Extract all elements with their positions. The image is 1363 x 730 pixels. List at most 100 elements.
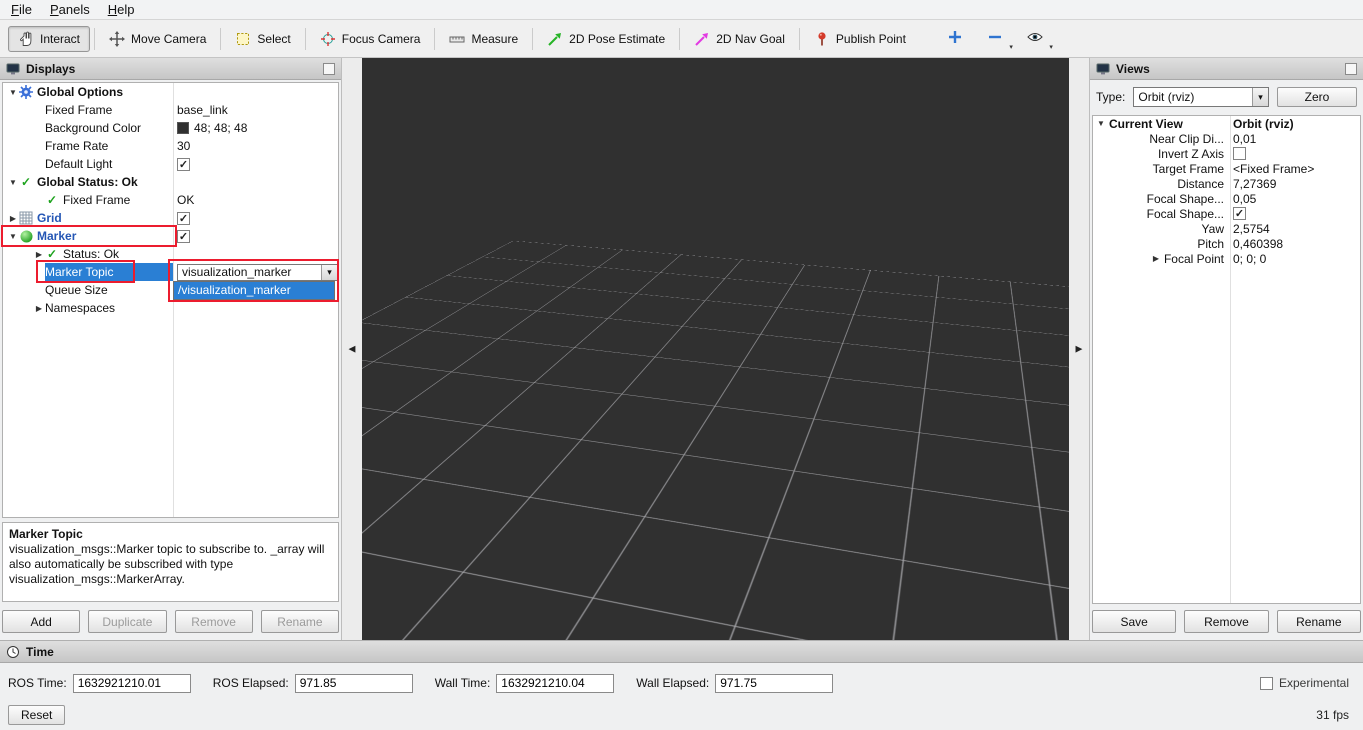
menu-file[interactable]: File <box>2 0 41 19</box>
checkbox[interactable]: ✓ <box>177 158 190 171</box>
menu-panels[interactable]: Panels <box>41 0 99 19</box>
property-name: Default Light <box>45 157 112 171</box>
eye-button[interactable]: ▾ <box>1024 28 1046 50</box>
toolbar-separator <box>434 28 435 50</box>
rename-button[interactable]: Rename <box>261 610 339 633</box>
duplicate-button[interactable]: Duplicate <box>88 610 166 633</box>
wall-elapsed-input[interactable] <box>715 674 833 693</box>
view-row-pitch[interactable]: Pitch0,460398 <box>1093 236 1360 251</box>
property-value-cell: 48; 48; 48 <box>173 119 338 137</box>
display-row-fixed-frame[interactable]: Fixed Framebase_link <box>3 101 338 119</box>
checkbox[interactable]: ✓ <box>177 212 190 225</box>
time-field: ROS Time: <box>8 674 191 693</box>
expander-open-icon[interactable]: ▼ <box>7 178 19 187</box>
menubar: File Panels Help <box>0 0 1363 20</box>
chevron-down-icon[interactable]: ▾ <box>321 265 337 280</box>
display-row-grid[interactable]: ▶Grid ✓ <box>3 209 338 227</box>
tool-label: Move Camera <box>131 32 206 46</box>
expander-open-icon[interactable]: ▼ <box>7 232 19 241</box>
display-row-global-status-ok[interactable]: ▼✓Global Status: Ok <box>3 173 338 191</box>
tool-measure[interactable]: Measure <box>439 26 528 52</box>
view-row-distance[interactable]: Distance7,27369 <box>1093 176 1360 191</box>
expander-closed-icon[interactable]: ▶ <box>33 304 45 313</box>
display-row-background-color[interactable]: Background Color48; 48; 48 <box>3 119 338 137</box>
time-field-label: Wall Elapsed: <box>636 676 709 690</box>
rename-view-button[interactable]: Rename <box>1277 610 1361 633</box>
tool-publish-point[interactable]: Publish Point <box>804 26 916 52</box>
property-value-cell: 30 <box>173 137 338 155</box>
display-row-status-ok[interactable]: ▶✓Status: Ok <box>3 245 338 263</box>
tool-2d-pose-estimate[interactable]: 2D Pose Estimate <box>537 26 675 52</box>
expander-open-icon[interactable]: ▼ <box>7 88 19 97</box>
panel-float-button[interactable] <box>1345 63 1357 75</box>
display-row-marker[interactable]: ▼Marker✓ <box>3 227 338 245</box>
property-value-cell: 0,05 <box>1230 191 1360 206</box>
property-value: 30 <box>177 139 190 153</box>
display-row-frame-rate[interactable]: Frame Rate 30 <box>3 137 338 155</box>
view-row-focal-shape[interactable]: Focal Shape...✓ <box>1093 206 1360 221</box>
view-row-focal-shape[interactable]: Focal Shape... 0,05 <box>1093 191 1360 206</box>
ros-elapsed-input[interactable] <box>295 674 413 693</box>
splitter-right[interactable]: ▶ <box>1069 58 1089 640</box>
expander-closed-icon[interactable]: ▶ <box>7 214 19 223</box>
menu-help[interactable]: Help <box>99 0 144 19</box>
wall-time-input[interactable] <box>496 674 614 693</box>
checkbox[interactable] <box>1233 147 1246 160</box>
time-fields: ROS Time:ROS Elapsed:Wall Time:Wall Elap… <box>8 674 833 693</box>
display-row-fixed-frame[interactable]: ✓Fixed FrameOK <box>3 191 338 209</box>
collapse-left-icon[interactable]: ◀ <box>349 344 356 355</box>
ros-time-input[interactable] <box>73 674 191 693</box>
display-row-global-options[interactable]: ▼Global Options <box>3 83 338 101</box>
view-type-combo[interactable]: Orbit (rviz) ▾ <box>1133 87 1269 107</box>
toolbar: Interact Move Camera Select Focus Camera Mea… <box>0 20 1363 58</box>
view-row-invert-z-axis[interactable]: Invert Z Axis <box>1093 146 1360 161</box>
property-value-cell: visualization_marker▾ <box>173 263 338 281</box>
zero-button[interactable]: Zero <box>1277 87 1357 107</box>
property-name: Pitch <box>1197 237 1224 251</box>
remove-button[interactable]: Remove <box>175 610 253 633</box>
zoom-in-button[interactable] <box>944 28 966 50</box>
tool-interact[interactable]: Interact <box>8 26 90 52</box>
display-row-marker-topic[interactable]: Marker Topicvisualization_marker▾ <box>3 263 338 281</box>
property-name-cell: Distance <box>1093 176 1230 191</box>
reset-button[interactable]: Reset <box>8 705 65 725</box>
expander-open-icon[interactable]: ▼ <box>1095 119 1107 128</box>
expander-closed-icon[interactable]: ▶ <box>1150 254 1162 263</box>
display-row-default-light[interactable]: Default Light ✓ <box>3 155 338 173</box>
property-name-cell: Frame Rate <box>3 137 173 155</box>
panel-float-button[interactable] <box>323 63 335 75</box>
remove-view-button[interactable]: Remove <box>1184 610 1268 633</box>
view-type-value: Orbit (rviz) <box>1134 90 1252 104</box>
time-bottom-row: Reset 31 fps <box>8 705 1349 725</box>
checkbox[interactable]: ✓ <box>1233 207 1246 220</box>
chevron-down-icon[interactable]: ▾ <box>1252 88 1268 106</box>
view-row-focal-point[interactable]: ▶Focal Point0; 0; 0 <box>1093 251 1360 266</box>
3d-viewport[interactable] <box>362 58 1069 640</box>
display-row-namespaces[interactable]: ▶Namespaces <box>3 299 338 317</box>
dropdown-option[interactable]: /visualization_marker <box>174 282 334 299</box>
property-name: Focal Shape... <box>1147 192 1224 206</box>
property-name: Near Clip Di... <box>1149 132 1224 146</box>
view-row-current-view[interactable]: ▼Current ViewOrbit (rviz) <box>1093 116 1360 131</box>
add-button[interactable]: Add <box>2 610 80 633</box>
tool-focus-camera[interactable]: Focus Camera <box>310 26 431 52</box>
view-row-target-frame[interactable]: Target Frame<Fixed Frame> <box>1093 161 1360 176</box>
view-row-yaw[interactable]: Yaw2,5754 <box>1093 221 1360 236</box>
experimental-toggle[interactable]: Experimental <box>1260 676 1349 690</box>
zoom-out-button[interactable]: ▾ <box>984 28 1006 50</box>
tool-2d-nav-goal[interactable]: 2D Nav Goal <box>684 26 795 52</box>
collapse-right-icon[interactable]: ▶ <box>1076 344 1083 355</box>
topic-combo[interactable]: visualization_marker▾ <box>177 264 338 281</box>
property-name: Status: Ok <box>63 247 119 261</box>
splitter-left[interactable]: ◀ <box>342 58 362 640</box>
tool-move-camera[interactable]: Move Camera <box>99 26 216 52</box>
checkbox[interactable]: ✓ <box>177 230 190 243</box>
property-value: 7,27369 <box>1233 177 1276 191</box>
tool-select[interactable]: Select <box>225 26 300 52</box>
toolbar-separator <box>679 28 680 50</box>
property-name-cell: ▶Grid <box>3 209 173 227</box>
experimental-checkbox[interactable] <box>1260 677 1273 690</box>
save-button[interactable]: Save <box>1092 610 1176 633</box>
view-row-near-clip-di[interactable]: Near Clip Di...0,01 <box>1093 131 1360 146</box>
expander-closed-icon[interactable]: ▶ <box>33 250 45 259</box>
